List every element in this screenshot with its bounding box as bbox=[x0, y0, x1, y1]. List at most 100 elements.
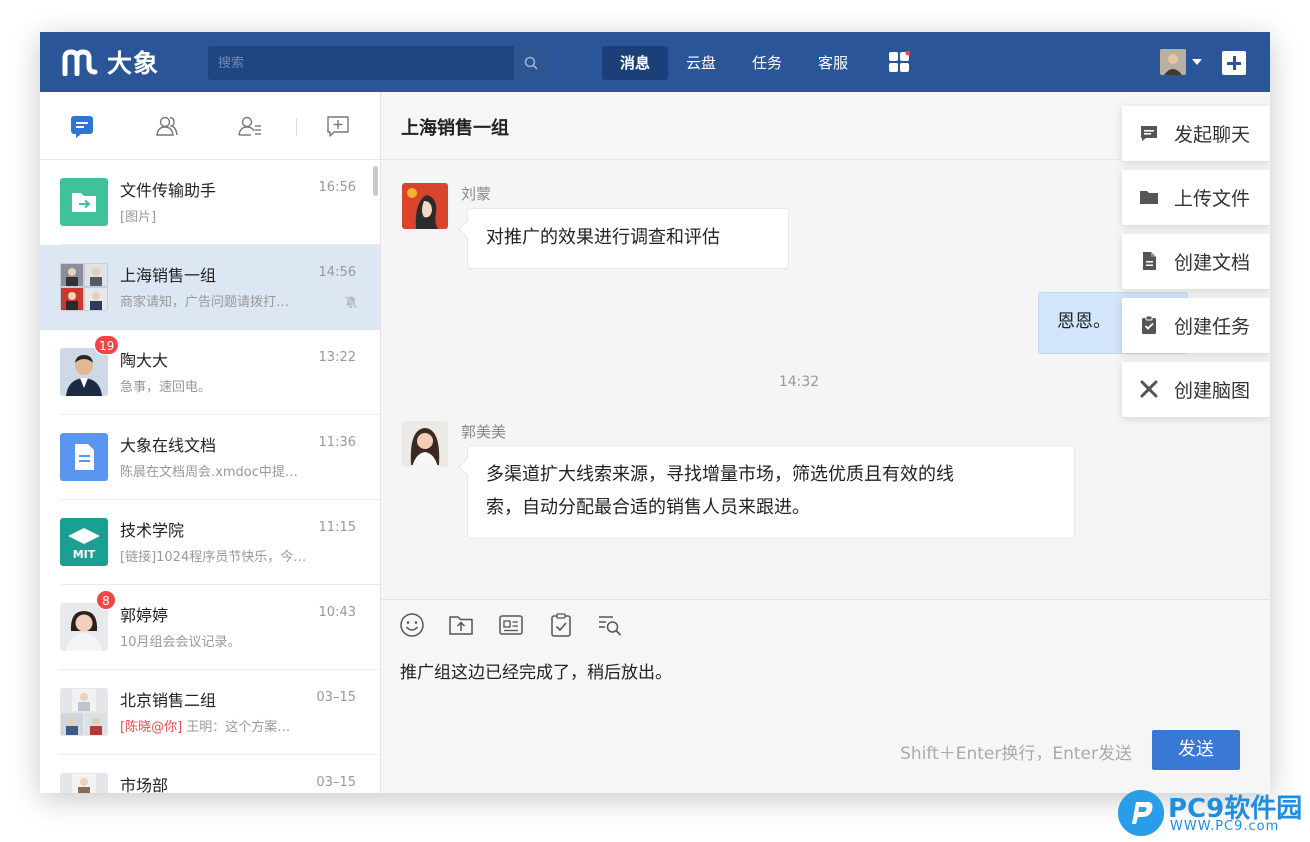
app-logo[interactable]: 大象 bbox=[62, 45, 159, 79]
sender-avatar-image bbox=[402, 183, 448, 229]
unread-badge: 8 bbox=[96, 590, 116, 610]
person-avatar-image bbox=[60, 348, 108, 396]
conversation-name: 大象在线文档 bbox=[120, 436, 217, 455]
menu-item-label: 创建任务 bbox=[1174, 316, 1251, 338]
emoji-icon[interactable] bbox=[399, 612, 425, 638]
person-avatar bbox=[60, 348, 108, 396]
sender-name: 刘蒙 bbox=[461, 185, 492, 203]
conversation-name: 陶大大 bbox=[120, 351, 169, 370]
tab-separator bbox=[296, 118, 297, 136]
message-bubble[interactable]: 多渠道扩大线索来源，寻找增量市场，筛选优质且有效的线 索，自动分配最合适的销售人… bbox=[467, 445, 1075, 539]
conversation-name: 上海销售一组 bbox=[120, 266, 217, 285]
document-icon bbox=[60, 433, 108, 481]
app-name: 大象 bbox=[107, 49, 160, 78]
contacts-tab-icon[interactable] bbox=[155, 114, 179, 138]
app-window: 大象 消息 云盘 任务 客服 bbox=[40, 32, 1270, 793]
menu-item-upload-file[interactable]: 上传文件 bbox=[1122, 170, 1270, 225]
conversation-item[interactable]: 19 陶大大 13:22 急事，速回电。 bbox=[40, 330, 380, 415]
upload-file-icon[interactable] bbox=[448, 612, 474, 638]
menu-item-label: 创建文档 bbox=[1174, 252, 1251, 274]
menu-item-label: 上传文件 bbox=[1174, 188, 1251, 210]
conversation-name: 郭婷婷 bbox=[120, 606, 169, 625]
conversation-item[interactable]: 文件传输助手 16:56 [图片] bbox=[40, 160, 380, 245]
user-menu-caret-icon[interactable] bbox=[1192, 59, 1202, 65]
send-button[interactable]: 发送 bbox=[1152, 730, 1240, 770]
conversation-item[interactable]: 市场部 03–15 bbox=[40, 755, 380, 793]
conversation-preview: 10月组会会议记录。 bbox=[120, 635, 241, 650]
tab-customer-service[interactable]: 客服 bbox=[800, 46, 866, 80]
create-plus-button[interactable] bbox=[1222, 51, 1246, 75]
search-box bbox=[208, 46, 548, 80]
chat-title: 上海销售一组 bbox=[401, 118, 509, 139]
tab-cloud-drive[interactable]: 云盘 bbox=[668, 46, 734, 80]
message-line: 多渠道扩大线索来源，寻找增量市场，筛选优质且有效的线 bbox=[486, 464, 954, 485]
chat-tab-icon[interactable] bbox=[70, 114, 94, 138]
conversation-item-selected[interactable]: 上海销售一组 14:56 商家请知，广告问题请拨打… bbox=[40, 245, 380, 330]
watermark-subtitle: WWW.PC9.com bbox=[1170, 819, 1280, 834]
sender-avatar[interactable] bbox=[402, 421, 448, 467]
conversation-time: 03–15 bbox=[316, 775, 356, 790]
menu-item-create-task[interactable]: 创建任务 bbox=[1122, 298, 1270, 353]
avatar-image bbox=[1160, 49, 1186, 75]
folder-icon bbox=[1140, 191, 1158, 204]
conversation-item[interactable]: MIT 技术学院 11:15 [链接]1024程序员节快乐，今… bbox=[40, 500, 380, 585]
group-avatar bbox=[60, 688, 108, 736]
conversation-preview: [图片] bbox=[120, 210, 157, 225]
conversation-preview: 急事，速回电。 bbox=[120, 380, 212, 395]
tab-messages[interactable]: 消息 bbox=[602, 46, 669, 80]
conversation-preview: [陈晓@你] 王明：这个方案… bbox=[120, 716, 325, 735]
menu-item-label: 发起聊天 bbox=[1174, 124, 1251, 146]
panel-tabs bbox=[40, 92, 380, 160]
main-nav: 消息 云盘 任务 客服 bbox=[602, 46, 866, 80]
conversation-list: 文件传输助手 16:56 [图片] 上海销售一组 14:56 商家请知，广告问题… bbox=[40, 160, 380, 793]
conversation-time: 16:56 bbox=[318, 180, 356, 195]
conversation-panel: 文件传输助手 16:56 [图片] 上海销售一组 14:56 商家请知，广告问题… bbox=[40, 92, 381, 793]
site-watermark: PC9软件园 WWW.PC9.com bbox=[1118, 786, 1308, 840]
mute-bell-icon bbox=[344, 295, 358, 309]
group-avatar bbox=[60, 263, 108, 311]
search-history-icon[interactable] bbox=[597, 612, 623, 638]
mention-tag: [陈晓@你] bbox=[120, 720, 183, 735]
mit-logo-icon: MIT bbox=[60, 518, 108, 566]
search-input[interactable] bbox=[208, 46, 518, 80]
new-chat-tab-icon[interactable] bbox=[326, 114, 350, 138]
menu-item-start-chat[interactable]: 发起聊天 bbox=[1122, 106, 1270, 161]
message-bubble[interactable]: 对推广的效果进行调查和评估 bbox=[467, 208, 789, 269]
sender-avatar-image bbox=[402, 421, 448, 467]
logo-icon bbox=[62, 49, 98, 76]
conversation-time: 03–15 bbox=[316, 690, 356, 705]
academy-avatar: MIT bbox=[60, 518, 108, 566]
person-avatar bbox=[60, 603, 108, 651]
folder-transfer-icon bbox=[60, 178, 108, 226]
conversation-item[interactable]: 8 郭婷婷 10:43 10月组会会议记录。 bbox=[40, 585, 380, 670]
conversation-name: 市场部 bbox=[120, 776, 169, 793]
document-icon bbox=[1143, 252, 1156, 270]
group-avatar bbox=[60, 773, 108, 793]
conversation-name: 技术学院 bbox=[120, 521, 185, 540]
org-contacts-tab-icon[interactable] bbox=[238, 114, 262, 138]
conversation-scrollbar[interactable] bbox=[373, 166, 378, 196]
preview-text: 王明：这个方案… bbox=[182, 720, 291, 735]
group-avatar-image bbox=[60, 773, 108, 793]
menu-item-create-mindmap[interactable]: 创建脑图 bbox=[1122, 362, 1270, 417]
search-button[interactable] bbox=[514, 46, 548, 80]
conversation-item[interactable]: 北京销售二组 03–15 [陈晓@你] 王明：这个方案… bbox=[40, 670, 380, 755]
task-clipboard-icon[interactable] bbox=[548, 612, 574, 638]
watermark-logo-shape bbox=[1118, 790, 1164, 836]
search-icon bbox=[524, 56, 538, 70]
sender-avatar[interactable] bbox=[402, 183, 448, 229]
file-transfer-avatar bbox=[60, 178, 108, 226]
business-card-icon[interactable] bbox=[498, 612, 524, 638]
message-input[interactable]: 推广组这边已经完成了，稍后放出。 bbox=[400, 658, 672, 683]
group-avatar-image bbox=[60, 263, 108, 311]
svg-text:MIT: MIT bbox=[73, 548, 96, 561]
conversation-preview: 陈晨在文档周会.xmdoc中提… bbox=[120, 465, 298, 480]
menu-item-label: 创建脑图 bbox=[1174, 380, 1251, 402]
tab-tasks[interactable]: 任务 bbox=[734, 46, 800, 80]
conversation-item[interactable]: 大象在线文档 11:36 陈晨在文档周会.xmdoc中提… bbox=[40, 415, 380, 500]
send-shortcut-hint: Shift＋Enter换行，Enter发送 bbox=[900, 744, 1132, 764]
user-avatar[interactable] bbox=[1160, 49, 1186, 75]
unread-badge: 19 bbox=[94, 335, 120, 355]
menu-item-create-document[interactable]: 创建文档 bbox=[1122, 234, 1270, 289]
apps-grid-icon[interactable] bbox=[888, 51, 910, 73]
